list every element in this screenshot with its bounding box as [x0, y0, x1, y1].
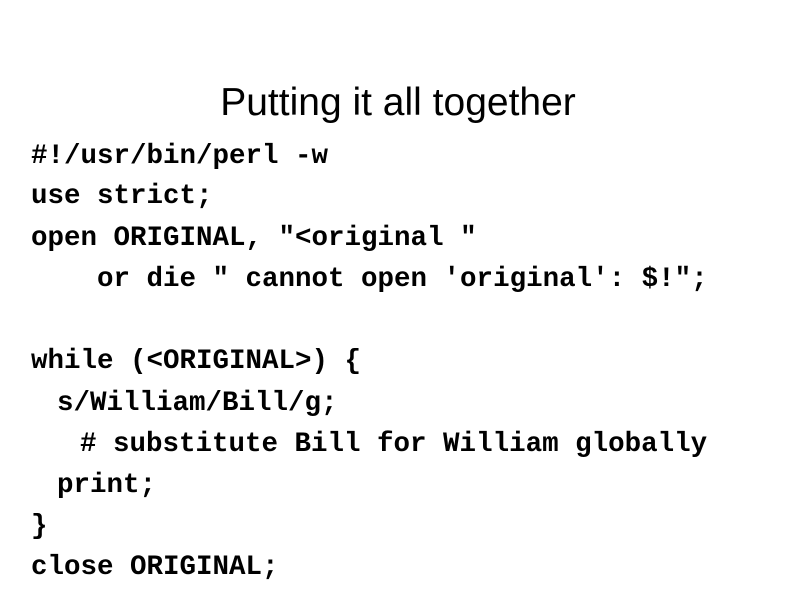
- code-line-close-brace: }: [31, 511, 48, 542]
- code-line-while: while (<ORIGINAL>) {: [31, 346, 362, 377]
- code-line-open: open ORIGINAL, "<original ": [31, 223, 477, 254]
- code-line-or-die: or die " cannot open 'original': $!";: [97, 264, 708, 295]
- code-line-use-strict: use strict;: [31, 181, 213, 212]
- slide: Putting it all together #!/usr/bin/perl …: [0, 0, 792, 612]
- code-line-print: print;: [57, 470, 157, 501]
- code-line-close: close ORIGINAL;: [31, 552, 279, 583]
- slide-title: Putting it all together: [220, 81, 576, 124]
- code-line-shebang: #!/usr/bin/perl -w: [31, 141, 329, 172]
- code-line-substitute: s/William/Bill/g;: [57, 388, 338, 419]
- code-line-comment: # substitute Bill for William globally: [80, 429, 708, 460]
